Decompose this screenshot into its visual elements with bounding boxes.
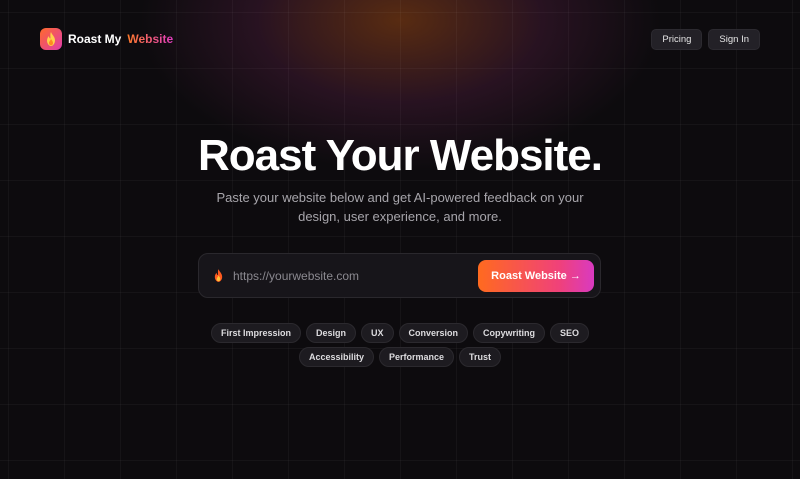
flame-icon	[211, 268, 225, 284]
tag-ux[interactable]: UX	[361, 323, 394, 343]
tag-trust[interactable]: Trust	[459, 347, 502, 367]
page: Roast My Website Pricing Sign In Roast Y…	[0, 0, 800, 479]
hero-title: Roast Your Website.	[198, 131, 603, 180]
tag-seo[interactable]: SEO	[550, 323, 590, 343]
url-input[interactable]	[233, 260, 478, 291]
tag-copywriting[interactable]: Copywriting	[473, 323, 546, 343]
brand-link[interactable]: Roast My Website	[40, 28, 173, 50]
roast-website-button[interactable]: Roast Website →	[478, 259, 594, 292]
url-search-bar: Roast Website →	[198, 253, 601, 298]
sign-in-button[interactable]: Sign In	[708, 28, 760, 50]
pricing-button[interactable]: Pricing	[651, 28, 703, 50]
top-nav: Pricing Sign In	[651, 28, 760, 50]
tag-accessibility[interactable]: Accessibility	[298, 347, 374, 367]
header: Roast My Website Pricing Sign In	[40, 27, 760, 51]
flame-icon	[40, 28, 62, 50]
tag-first-impression[interactable]: First Impression	[210, 323, 301, 343]
tag-performance[interactable]: Performance	[378, 347, 455, 367]
tag-conversion[interactable]: Conversion	[398, 323, 469, 343]
brand-name: Roast My	[68, 32, 122, 46]
category-tags: First Impression Design UX Conversion Co…	[190, 323, 610, 367]
brand-accent: Website	[127, 32, 174, 46]
hero-subtitle: Paste your website below and get AI-powe…	[216, 190, 584, 224]
tag-design[interactable]: Design	[305, 323, 356, 343]
background-grid	[0, 0, 800, 479]
